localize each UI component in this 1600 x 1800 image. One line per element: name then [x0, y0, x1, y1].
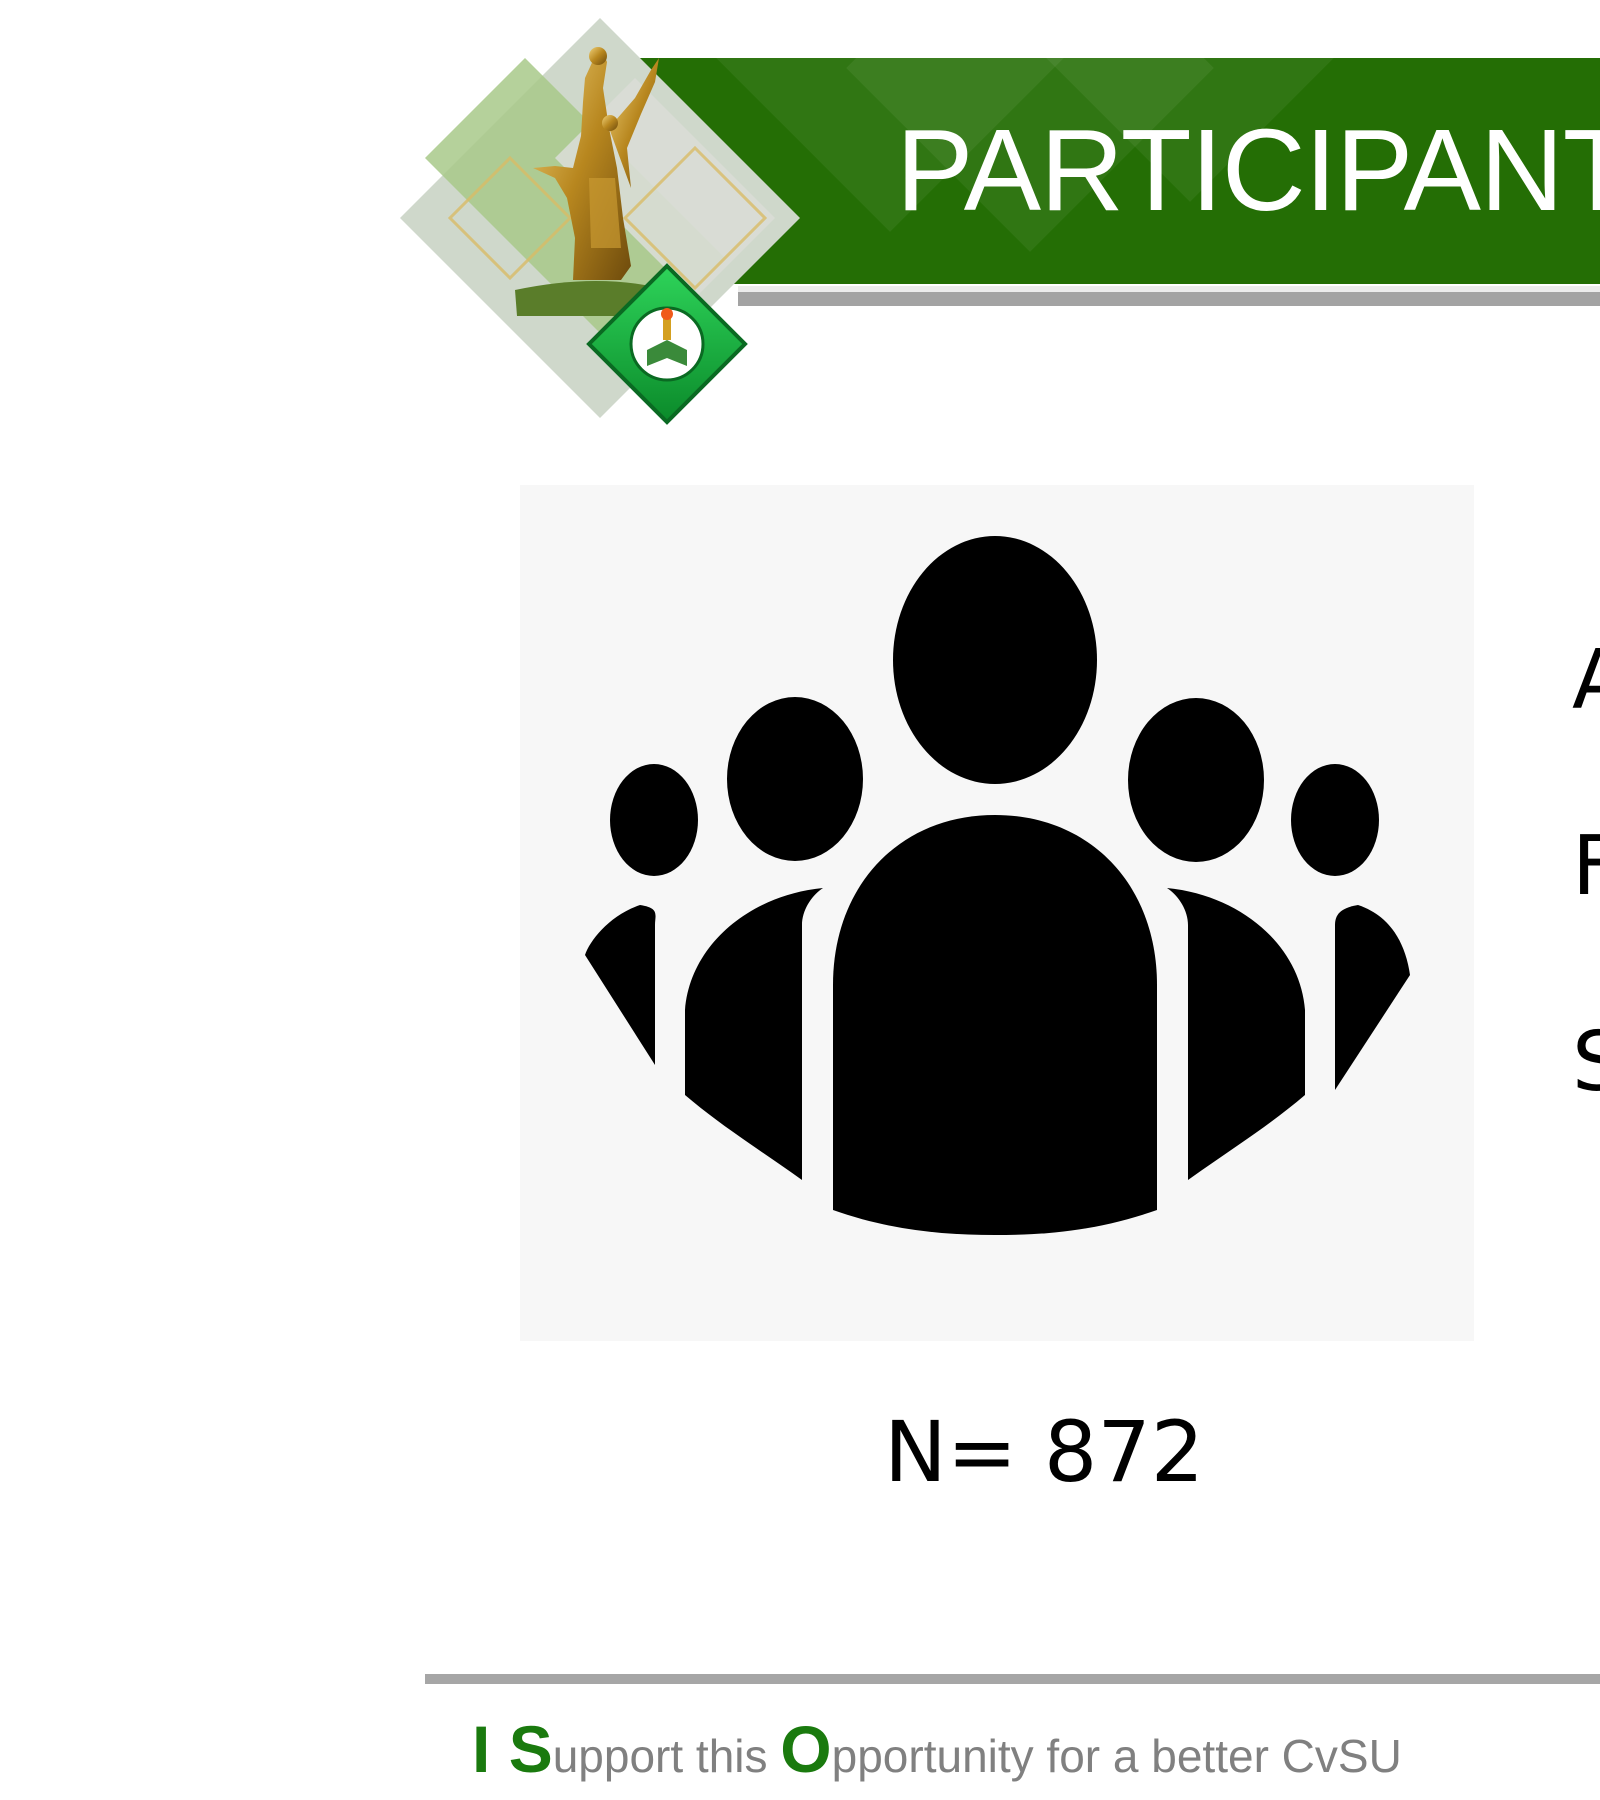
- sample-size-label: N= 872: [884, 1403, 1205, 1501]
- footer-slogan: I Support this Opportunity for a better …: [472, 1716, 1402, 1782]
- participants-figure: [520, 485, 1474, 1341]
- slide-title: PARTICIPANT: [896, 105, 1600, 235]
- side-list-item: F: [1572, 819, 1600, 914]
- slogan-initial-i: I: [472, 1712, 509, 1786]
- side-list-item: A: [1572, 640, 1600, 722]
- slogan-text: upport this: [552, 1730, 781, 1782]
- slogan-initial-s: S: [508, 1712, 553, 1786]
- university-emblem: [395, 18, 805, 428]
- monument-logo-icon: [400, 18, 800, 425]
- banner-underline: [738, 292, 1600, 306]
- side-list-item: S: [1572, 1015, 1600, 1110]
- group-of-people-icon: [585, 536, 1410, 1235]
- slogan-text: pportunity for a better CvSU: [831, 1730, 1402, 1782]
- footer-divider: [425, 1674, 1600, 1684]
- slogan-initial-o: O: [780, 1712, 832, 1786]
